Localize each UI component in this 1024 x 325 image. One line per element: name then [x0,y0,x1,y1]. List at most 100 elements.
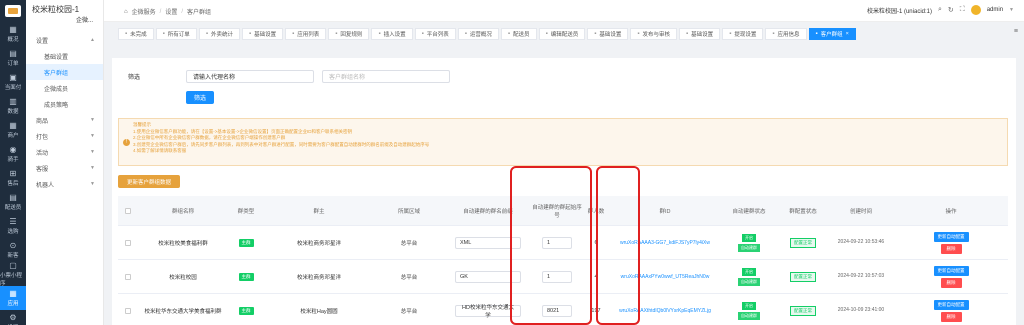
rail-item[interactable]: ⊙ 新客 [0,238,26,262]
refresh-icon[interactable]: ↻ [948,6,954,14]
sidebar-group[interactable]: 机器人 ▼ [26,176,103,192]
group-type-tag: 主群 [238,272,254,281]
rail-item[interactable]: ▦ 商户 [0,118,26,142]
tab[interactable]: ▪ 编辑配送员 [538,28,586,40]
tab[interactable]: ▪ 基础设置 [587,28,629,40]
row-checkbox[interactable] [125,239,131,246]
tab[interactable]: ▪ 配送员 [500,28,537,40]
search-icon[interactable]: ⌕ [938,6,942,14]
select-all-checkbox[interactable] [125,207,131,214]
tab[interactable]: ▪ 基础设置 [679,28,721,40]
sidebar-group[interactable]: 客服 ▼ [26,160,103,176]
sidebar-item[interactable]: 基础设置 [26,48,103,64]
rail-item[interactable]: ▤ 订单 [0,46,26,70]
tab[interactable]: ▪ 应用信息 [765,28,807,40]
group-name-input[interactable]: 客户群组名称 [322,70,450,83]
delete-button[interactable]: 删除 [940,311,962,322]
edit-config-button[interactable]: 更新自动配置 [933,231,969,242]
sidebar-group[interactable]: 商品 ▼ [26,112,103,128]
tab[interactable]: ▪ 未完成 [118,28,154,40]
rail-item[interactable]: ▥ 数据 [0,94,26,118]
tab[interactable]: ▪ 平台列表 [414,28,456,40]
prefix-input[interactable]: HD校米粒华东交通大学 [455,304,521,319]
group-name-cell: 校米粒华东交通大学美食福利群 [144,308,222,315]
breadcrumb-item[interactable]: 设置 [165,7,177,16]
status-auto-badge[interactable]: 自动建群 [738,311,760,320]
sidebar-item[interactable]: 企微成员 [26,80,103,96]
row-actions: 更新自动配置 删除 [933,299,969,322]
group-id-link[interactable]: wruXoRAAAxPYw0wwf_UT5ReaJhN0w [621,274,710,280]
config-status-badge: 配置正常 [790,305,816,316]
home-icon[interactable]: ⌂ [124,9,128,15]
sidebar-group[interactable]: 打包 ▼ [26,128,103,144]
tab[interactable]: ▪ 基础设置 [241,28,284,40]
rail-item[interactable]: ▤ 配送员 [0,190,26,214]
tab-label: 基础设置 [691,32,714,38]
content-panel: 筛选 请输入代理名称 客户群组名称 筛选 ! 温馨提示 1.使用企业微信客户群功… [112,58,1016,325]
prefix-input[interactable]: GK [455,270,521,283]
tab-icon: ▪ [815,31,818,37]
sidebar-item[interactable]: 客户群组 [26,64,103,80]
rail-item[interactable]: ▣ 当面付 [0,70,26,94]
tab-label: 运营概况 [469,32,492,38]
tab[interactable]: ▪ 外卖统计 [198,28,240,40]
chevron-up-icon: ▲ [90,37,95,43]
edit-config-button[interactable]: 更新自动配置 [933,265,969,276]
nav-icon: ▤ [9,48,17,58]
start-number-input[interactable]: 8021 [542,304,572,317]
tab-label: 平台列表 [426,32,449,38]
breadcrumb-item[interactable]: 企微服务 [132,7,156,16]
avatar[interactable] [970,5,981,15]
tab[interactable]: ▪ 发布与审核 [630,28,678,40]
tab[interactable]: ▪ 提现设置 [722,28,764,40]
row-checkbox[interactable] [125,307,131,314]
tab[interactable]: ▪ 客户群组 × [808,28,856,40]
owner-cell: 校米粒商务邓星洋 [296,240,341,247]
status-auto-badge[interactable]: 自动建群 [738,243,760,252]
filter-button[interactable]: 筛选 [186,91,214,104]
status-auto-badge[interactable]: 自动建群 [738,277,760,286]
sidebar-item[interactable]: 成员策略 [26,96,103,112]
rail-item[interactable]: ◉ 骑手 [0,142,26,166]
delete-button[interactable]: 删除 [940,277,962,288]
status-on-badge[interactable]: 开启 [742,233,756,242]
tab[interactable]: ▪ 回复规则 [328,28,370,40]
cell: 配置正常 [778,260,828,293]
prefix-input[interactable]: XML [455,236,521,249]
username[interactable]: admin [987,7,1003,13]
status-on-badge[interactable]: 开启 [742,267,756,276]
close-icon[interactable]: × [846,31,849,37]
status-on-badge[interactable]: 开启 [742,301,756,310]
sync-groups-button[interactable]: 更新客户群组数据 [118,175,180,188]
rail-item[interactable]: ▦ 应用 [0,286,26,310]
tab[interactable]: ▪ 插入设置 [371,28,413,40]
group-id-link[interactable]: wruXoRAAXthtdIQb0lVYsrKpEqEMYZLjg [619,308,711,314]
nav-icon: ◉ [9,144,17,154]
rail-item[interactable]: ⚙设置 [0,310,26,325]
store-name[interactable]: 校米粒校园-1 (uniacid:1) [867,6,932,15]
rail-item[interactable]: ⊞ 售后 [0,166,26,190]
agent-name-input[interactable]: 请输入代理名称 [186,70,314,83]
sidebar-group[interactable]: 设置 ▲ [26,32,103,48]
rail-item[interactable]: ▦ 概况 [0,22,26,46]
chevron-down-icon: ▼ [90,165,95,171]
rail-item[interactable]: ▢ 小票小程序 [0,261,26,287]
cell: 开启 自动建群 [720,294,778,325]
fullscreen-icon[interactable]: ⛶ [960,6,965,14]
rail-item[interactable]: ☰ 选购 [0,214,26,238]
start-number-input[interactable]: 1 [542,270,572,283]
tabs-more-icon[interactable]: ≡ [1014,28,1018,35]
tab-icon: ▪ [772,31,775,37]
delete-button[interactable]: 删除 [940,243,962,254]
row-checkbox[interactable] [125,273,131,280]
col-header: 群组名称 [171,208,194,215]
filter-label: 筛选 [128,75,141,81]
group-id-link[interactable]: wruXoRAAAA3-GG7_kdiFJS7yP7ly4iXw [620,240,710,246]
edit-config-button[interactable]: 更新自动配置 [933,299,969,310]
start-number-input[interactable]: 1 [542,236,572,249]
tab[interactable]: ▪ 所有订单 [155,28,197,40]
chevron-down-icon[interactable]: ▼ [1009,7,1014,13]
tab[interactable]: ▪ 应用列表 [285,28,327,40]
tab[interactable]: ▪ 运营概况 [457,28,499,40]
sidebar-group[interactable]: 活动 ▼ [26,144,103,160]
